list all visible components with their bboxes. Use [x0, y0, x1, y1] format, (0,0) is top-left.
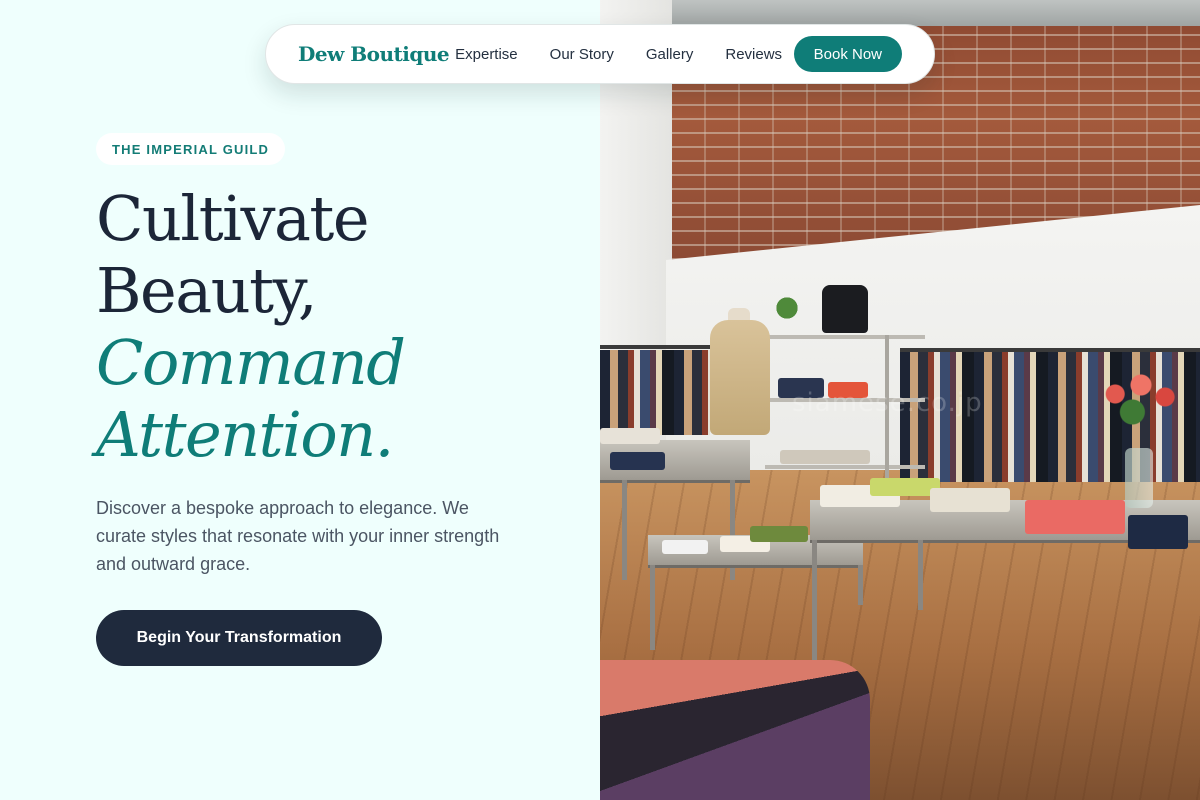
glass-vase	[1125, 448, 1153, 508]
hero-description: Discover a bespoke approach to elegance.…	[96, 498, 500, 574]
table-leg	[918, 540, 923, 610]
ceiling-beam	[660, 0, 1200, 26]
guild-badge: THE IMPERIAL GUILD	[96, 133, 286, 165]
mannequin	[710, 320, 770, 435]
folded-item	[1128, 515, 1188, 549]
folded-item	[930, 488, 1010, 512]
table-leg	[812, 540, 817, 670]
folded-item	[1025, 500, 1125, 534]
headline-accent-line: Attention.	[96, 398, 394, 471]
book-now-button[interactable]: Book Now	[793, 36, 902, 72]
backpack	[822, 285, 868, 333]
landing-page: siamese.co.jp Dew Boutique Expertise Our…	[0, 0, 1200, 800]
brand-logo[interactable]: Dew Boutique	[298, 42, 450, 66]
boutique-photo: siamese.co.jp	[600, 0, 1200, 800]
display-shelf	[765, 335, 925, 339]
sneakers	[662, 540, 708, 554]
clothing-rack	[600, 345, 710, 349]
nav-link-our-story[interactable]: Our Story	[550, 46, 614, 63]
potted-plant	[772, 290, 802, 320]
table-leg	[650, 565, 655, 650]
folded-item	[610, 452, 665, 470]
headline-line: Beauty,	[96, 254, 318, 327]
flower-arrangement	[1098, 370, 1184, 430]
photo-watermark: siamese.co.jp	[792, 388, 983, 418]
nav-link-reviews[interactable]: Reviews	[725, 46, 782, 63]
folded-item	[750, 526, 808, 542]
folded-item	[780, 450, 870, 464]
nav-link-expertise[interactable]: Expertise	[455, 46, 518, 63]
top-navigation: Dew Boutique Expertise Our Story Gallery…	[265, 24, 935, 84]
nav-links: Expertise Our Story Gallery Reviews	[455, 46, 782, 63]
hero-headline: Cultivate Beauty, Command Attention.	[96, 182, 406, 471]
display-shelf	[765, 465, 925, 469]
folded-clothes-pile	[600, 660, 870, 800]
headline-accent-line: Command	[96, 326, 406, 399]
table-leg	[858, 565, 863, 605]
nav-link-gallery[interactable]: Gallery	[646, 46, 694, 63]
table-leg	[622, 480, 627, 580]
folded-item	[600, 428, 660, 444]
headline-line: Cultivate	[96, 182, 370, 255]
hanging-clothes	[600, 350, 710, 435]
begin-transformation-button[interactable]: Begin Your Transformation	[96, 610, 382, 666]
